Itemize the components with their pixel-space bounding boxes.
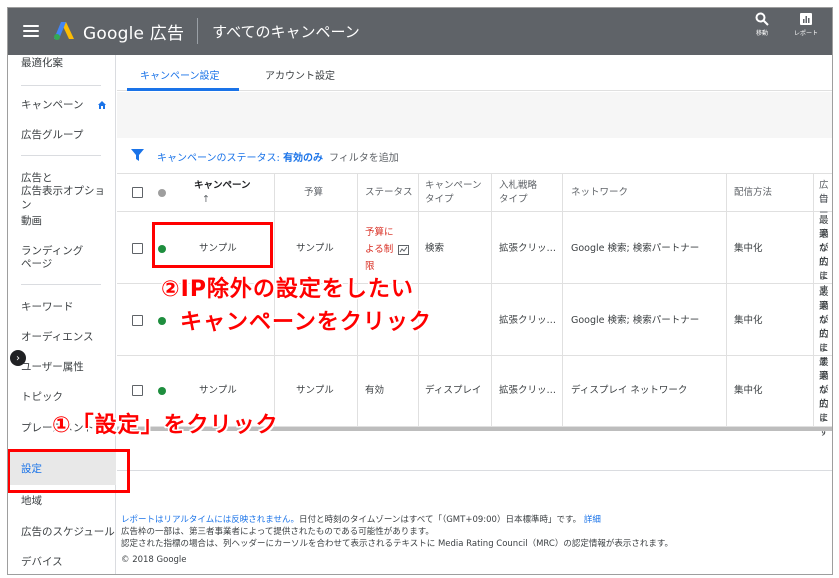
select-all-checkbox[interactable] xyxy=(132,187,143,198)
sort-arrow-icon[interactable]: ↑ xyxy=(202,193,210,207)
search-icon xyxy=(755,12,769,26)
sidebar-item-topics[interactable]: トピック xyxy=(21,390,63,404)
ad-rotation-value: ます xyxy=(819,413,829,438)
sidebar-item-audiences[interactable]: オーディエンス xyxy=(21,330,94,344)
campaign-column-header[interactable]: キャンペーン xyxy=(194,179,251,193)
timezone-note: 日付と時刻のタイムゾーンはすべて「（GMT+09:00）日本標準時」です。 xyxy=(299,515,582,525)
sidebar-item-videos[interactable]: 動画 xyxy=(21,214,42,228)
report-icon xyxy=(800,13,812,25)
sidebar-item-locations[interactable]: 地域 xyxy=(21,494,42,508)
content-spacer xyxy=(117,92,832,138)
active-tab-indicator xyxy=(127,88,239,91)
home-icon xyxy=(98,101,106,109)
budget-value: サンプル xyxy=(296,385,334,396)
sidebar-item-landing-line2[interactable]: ページ xyxy=(21,257,52,271)
sidebar-item-ads-line2[interactable]: 広告表示オプション xyxy=(21,184,115,212)
sidebar-item-campaigns[interactable]: キャンペーン xyxy=(21,98,83,112)
sidebar-item-recommendations[interactable]: 最適化案 xyxy=(21,56,63,70)
goto-button[interactable]: 移動 xyxy=(748,12,776,37)
sidebar-item-ad-schedule[interactable]: 広告のスケジュール xyxy=(21,525,115,539)
details-link[interactable]: 詳細 xyxy=(584,515,601,525)
filter-bar: キャンペーンのステータス: 有効のみ フィルタを追加 xyxy=(117,138,832,174)
bid-strategy-header-line2[interactable]: タイプ xyxy=(499,193,528,207)
tab-campaign-settings[interactable]: キャンペーン設定 xyxy=(140,67,220,82)
campaign-name-link[interactable]: サンプル xyxy=(199,384,237,398)
bid-strategy-value: 拡張クリッ… xyxy=(499,315,557,326)
network-value: Google 検索; 検索パートナー xyxy=(571,315,700,326)
sidebar-item-devices[interactable]: デバイス xyxy=(21,555,63,569)
mrc-note: 認定された指標の場合は、列ヘッダーにカーソルを合わせて表示されるテキストに Me… xyxy=(121,539,673,549)
page-title: すべてのキャンペーン xyxy=(212,22,360,41)
google-ads-logo-icon xyxy=(54,22,74,40)
enabled-status-dot xyxy=(158,387,166,395)
delivery-value: 集中化 xyxy=(734,315,763,326)
delivery-column-header[interactable]: 配信方法 xyxy=(734,186,772,200)
header-divider xyxy=(197,18,199,44)
row-checkbox[interactable] xyxy=(132,243,143,254)
bid-strategy-value: 拡張クリッ… xyxy=(499,385,557,396)
hamburger-menu-icon[interactable] xyxy=(23,25,39,37)
budget-value: サンプル xyxy=(296,243,334,254)
step1-annotation: ①「設定」をクリック xyxy=(52,413,279,438)
campaign-type-value: ディスプレイ xyxy=(425,385,482,396)
sidebar-item-demographics[interactable]: ユーザー属性 xyxy=(21,360,84,374)
bid-strategy-header-line1[interactable]: 入札戦略 xyxy=(499,179,537,193)
reports-label: レポート xyxy=(793,30,818,37)
add-filter-link[interactable]: フィルタを追加 xyxy=(329,149,399,164)
row-checkbox[interactable] xyxy=(132,315,143,326)
sidebar-divider xyxy=(21,155,101,156)
third-party-note: 広告枠の一部は、第三者事業者によって提供されたものである可能性があります。 xyxy=(121,527,434,537)
bid-strategy-value: 拡張クリッ… xyxy=(499,243,557,254)
campaign-type-value: 検索 xyxy=(425,243,445,254)
budget-column-header[interactable]: 予算 xyxy=(304,186,323,200)
status-column-header[interactable]: ステータス xyxy=(365,186,413,200)
settings-tabs: キャンペーン設定 アカウント設定 xyxy=(117,55,832,91)
row-checkbox[interactable] xyxy=(132,385,143,396)
campaign-type-header-line1[interactable]: キャンペーン xyxy=(425,179,482,193)
network-column-header[interactable]: ネットワーク xyxy=(571,186,628,200)
sidebar-nav: 最適化案 キャンペーン 広告グループ 広告と 広告表示オプション 動画 ランディ… xyxy=(7,55,116,575)
tab-account-settings[interactable]: アカウント設定 xyxy=(265,67,335,82)
top-app-bar: Google 広告 すべてのキャンペーン 移動 レポート xyxy=(7,7,832,55)
product-name: Google 広告 xyxy=(83,23,185,44)
delivery-value: 集中化 xyxy=(734,243,763,254)
campaign-highlight-box xyxy=(152,222,273,268)
step2-annotation-line2: キャンペーンをクリック xyxy=(180,310,432,335)
status-header-dot xyxy=(158,189,166,197)
sidebar-divider xyxy=(21,284,101,285)
sidebar-divider xyxy=(21,85,101,86)
realtime-report-link[interactable]: レポートはリアルタイムには反映されません。 xyxy=(121,515,299,525)
filter-icon[interactable] xyxy=(131,149,144,161)
delivery-value: 集中化 xyxy=(734,385,763,396)
status-filter-label: キャンペーンのステータス: xyxy=(157,153,284,164)
copyright: © 2018 Google xyxy=(121,555,187,565)
table-header-row: キャンペーン ↑ 予算 ステータス キャンペーン タイプ 入札戦略 タイプ ネッ… xyxy=(117,174,832,219)
footer-divider xyxy=(117,470,832,471)
campaign-type-header-line2[interactable]: タイプ xyxy=(425,193,454,207)
reports-button[interactable]: レポート xyxy=(792,12,820,37)
step2-annotation-line1: ②IP除外の設定をしたい xyxy=(161,277,414,302)
goto-label: 移動 xyxy=(755,30,768,37)
settings-highlight-box xyxy=(7,449,130,493)
enabled-status-dot xyxy=(158,317,166,325)
network-value: ディスプレイ ネットワーク xyxy=(571,385,688,396)
sidebar-item-keywords[interactable]: キーワード xyxy=(21,300,74,314)
page-footer: レポートはリアルタイムには反映されません。日付と時刻のタイムゾーンはすべて「（G… xyxy=(121,514,831,566)
status-filter-chip[interactable]: キャンペーンのステータス: 有効のみ xyxy=(157,149,323,164)
trend-chart-icon[interactable] xyxy=(398,245,409,255)
status-value: 有効 xyxy=(365,385,385,396)
status-value-line1: 予算に xyxy=(365,227,394,238)
sidebar-item-ads-line1[interactable]: 広告と xyxy=(21,171,53,185)
network-value: Google 検索; 検索パートナー xyxy=(571,243,700,254)
status-filter-value: 有効のみ xyxy=(283,153,324,164)
sidebar-item-landing-line1[interactable]: ランディング xyxy=(21,244,83,258)
status-value-line2: よる制 xyxy=(365,244,394,255)
sidebar-item-ad-groups[interactable]: 広告グループ xyxy=(21,128,83,142)
